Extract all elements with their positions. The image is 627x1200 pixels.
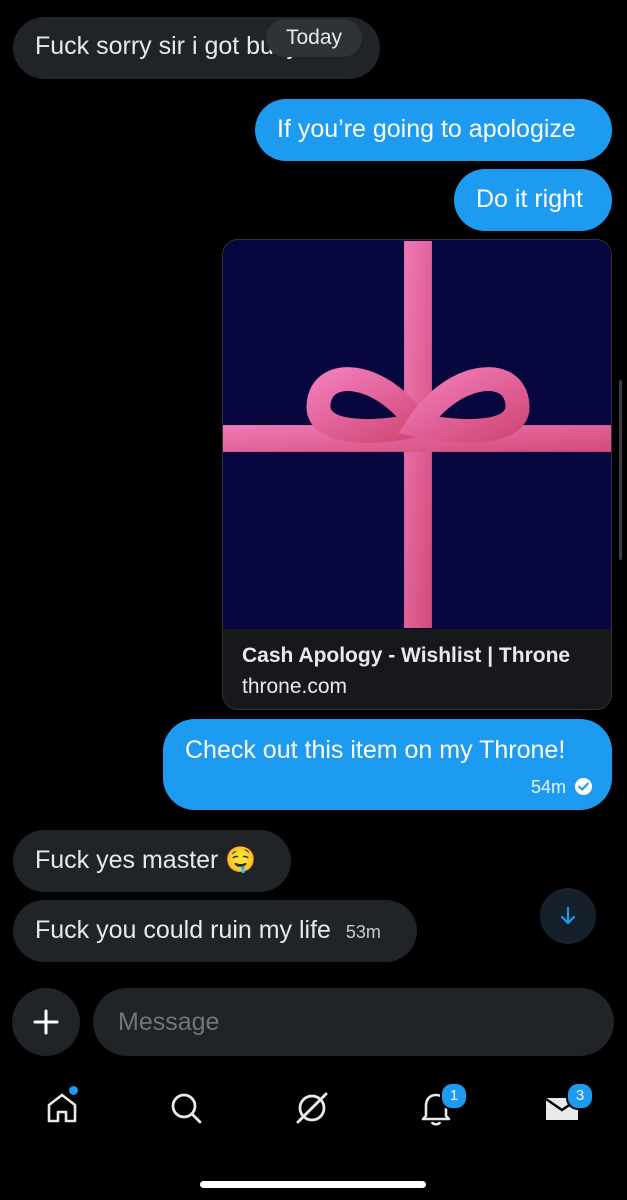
- messages-badge: 3: [566, 1082, 594, 1110]
- message-text: Fuck you could ruin my life: [35, 916, 331, 944]
- message-received[interactable]: Fuck you could ruin my life 53m: [13, 900, 417, 962]
- read-check-icon: [574, 777, 593, 796]
- date-separator: Today: [266, 19, 362, 57]
- message-text: Fuck yes master 🤤: [35, 846, 257, 874]
- link-title: Cash Apology - Wishlist | Throne: [242, 644, 571, 667]
- message-text: Check out this item on my Throne!: [185, 736, 566, 764]
- message-time: 54m: [530, 776, 566, 797]
- nav-messages[interactable]: 3: [542, 1082, 594, 1128]
- scroll-to-bottom-button[interactable]: [540, 888, 596, 944]
- gift-image: [223, 240, 611, 629]
- message-text: If you’re going to apologize: [277, 115, 576, 143]
- message-text: Do it right: [476, 185, 583, 213]
- home-indicator[interactable]: [200, 1181, 426, 1188]
- message-received[interactable]: Fuck yes master 🤤: [13, 830, 291, 892]
- grok-icon: [296, 1092, 328, 1124]
- nav-grok[interactable]: [292, 1088, 332, 1128]
- nav-notifications[interactable]: 1: [416, 1082, 468, 1128]
- new-content-dot: [67, 1084, 80, 1097]
- message-input[interactable]: Message: [93, 988, 614, 1056]
- scrollbar[interactable]: [619, 380, 622, 560]
- message-time: 53m: [345, 922, 381, 942]
- message-sent[interactable]: If you’re going to apologize: [255, 99, 612, 161]
- link-preview-card[interactable]: Cash Apology - Wishlist | Throne throne.…: [222, 239, 612, 710]
- message-sent[interactable]: Check out this item on my Throne! 54m: [163, 719, 612, 810]
- message-placeholder: Message: [118, 1007, 220, 1036]
- arrow-down-icon: [560, 906, 576, 925]
- notifications-badge: 1: [440, 1082, 468, 1110]
- message-sent[interactable]: Do it right: [454, 169, 612, 231]
- plus-icon: [33, 1009, 59, 1035]
- search-icon: [171, 1093, 202, 1124]
- add-attachment-button[interactable]: [12, 988, 80, 1056]
- nav-home[interactable]: [42, 1084, 82, 1128]
- message-text: Fuck sorry sir i got busy: [35, 32, 299, 60]
- link-domain: throne.com: [242, 675, 348, 698]
- nav-explore[interactable]: [166, 1088, 206, 1128]
